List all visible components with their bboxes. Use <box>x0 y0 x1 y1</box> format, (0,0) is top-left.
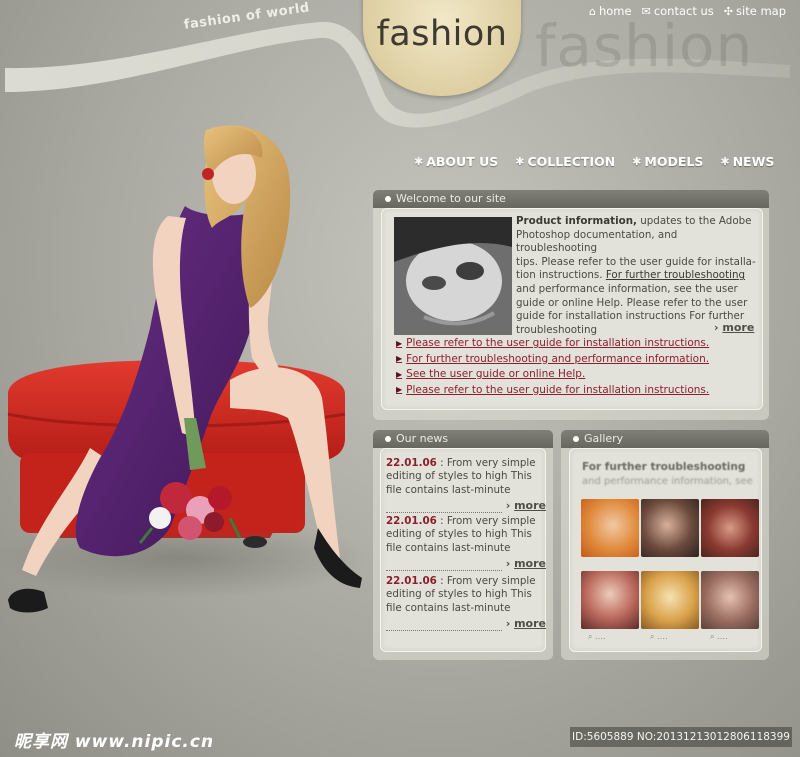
dotted-separator <box>386 511 502 513</box>
news-more-link[interactable]: › more <box>506 617 546 630</box>
welcome-link[interactable]: ▶ Please refer to the user guide for inst… <box>396 337 709 349</box>
news-item: 22.01.06 : From very simple editing of s… <box>386 575 546 631</box>
welcome-panel: Welcome to our site Product information,… <box>373 190 769 420</box>
gallery-thumbnail[interactable] <box>701 499 759 557</box>
news-item: 22.01.06 : From very simple editing of s… <box>386 457 546 513</box>
butterfly-icon: ✱ <box>515 155 525 168</box>
news-panel: Our news 22.01.06 : From very simple edi… <box>373 430 553 660</box>
gallery-header: Gallery <box>561 430 769 448</box>
news-more-link[interactable]: › more <box>506 499 546 512</box>
news-date: 22.01.06 <box>386 515 437 527</box>
troubleshooting-link[interactable]: For further troubleshooting <box>606 269 745 281</box>
gallery-thumbnail[interactable] <box>641 499 699 557</box>
gallery-panel: Gallery For further troubleshooting and … <box>561 430 769 660</box>
news-header: Our news <box>373 430 553 448</box>
dotted-separator <box>386 629 502 631</box>
bullet-icon <box>385 436 391 442</box>
site-logo[interactable]: fashion <box>363 14 521 54</box>
news-item: 22.01.06 : From very simple editing of s… <box>386 515 546 571</box>
welcome-link[interactable]: ▶ See the user guide or online Help. <box>396 368 709 380</box>
arrow-icon: ▶ <box>396 338 403 348</box>
welcome-link[interactable]: ▶ Please refer to the user guide for inst… <box>396 384 709 396</box>
news-date: 22.01.06 <box>386 457 437 469</box>
welcome-more-link[interactable]: › more <box>714 321 754 334</box>
gallery-subheading: and performance information, see <box>582 476 753 487</box>
thumbnail-caption: ⌕ ‥‥ <box>650 632 668 641</box>
nav-news[interactable]: ✱ NEWS <box>720 154 774 169</box>
welcome-content: Product information, updates to the Adob… <box>381 208 763 410</box>
watermark-id: ID:5605889 NO:20131213012806118399 <box>570 727 792 747</box>
news-content: 22.01.06 : From very simple editing of s… <box>380 448 546 652</box>
butterfly-icon: ✱ <box>632 155 642 168</box>
bullet-icon <box>573 436 579 442</box>
gallery-thumbnail[interactable] <box>581 499 639 557</box>
welcome-links-list: ▶ Please refer to the user guide for inst… <box>396 337 709 396</box>
main-nav: ✱ ABOUT US ✱ COLLECTION ✱ MODELS ✱ NEWS <box>414 154 774 169</box>
product-title: Product information, <box>516 215 637 227</box>
bullet-icon <box>385 196 391 202</box>
dotted-separator <box>386 569 502 571</box>
face-photo <box>394 217 512 335</box>
arrow-icon: ▶ <box>396 385 403 394</box>
welcome-header: Welcome to our site <box>373 190 769 208</box>
nav-collection[interactable]: ✱ COLLECTION <box>515 154 615 169</box>
welcome-link[interactable]: ▶ For further troubleshooting and perform… <box>396 353 709 365</box>
thumbnail-caption: ⌕ ‥‥ <box>588 632 606 641</box>
model-photo <box>0 125 370 613</box>
arrow-icon: ▶ <box>396 354 403 363</box>
gallery-heading: For further troubleshooting <box>582 461 746 473</box>
butterfly-icon: ✱ <box>720 155 730 168</box>
thumbnail-caption: ⌕ ‥‥ <box>710 632 728 641</box>
news-date: 22.01.06 <box>386 575 437 587</box>
page: ⌂ home ✉ contact us ✣ site map fashion fash… <box>0 0 800 757</box>
butterfly-icon: ✱ <box>414 155 424 168</box>
gallery-content: For further troubleshooting and performa… <box>569 448 762 652</box>
gallery-thumbnail[interactable] <box>641 571 699 629</box>
gallery-thumbnail[interactable] <box>701 571 759 629</box>
product-info-text: Product information, updates to the Adob… <box>516 215 756 336</box>
nav-about-us[interactable]: ✱ ABOUT US <box>414 154 498 169</box>
logo-ghost-text: fashion <box>535 12 754 80</box>
watermark-logo: 昵享网 www.nipic.cn <box>14 732 215 752</box>
gallery-thumbnail[interactable] <box>581 571 639 629</box>
nav-models[interactable]: ✱ MODELS <box>632 154 703 169</box>
arrow-icon: ▶ <box>396 369 403 379</box>
news-more-link[interactable]: › more <box>506 557 546 570</box>
